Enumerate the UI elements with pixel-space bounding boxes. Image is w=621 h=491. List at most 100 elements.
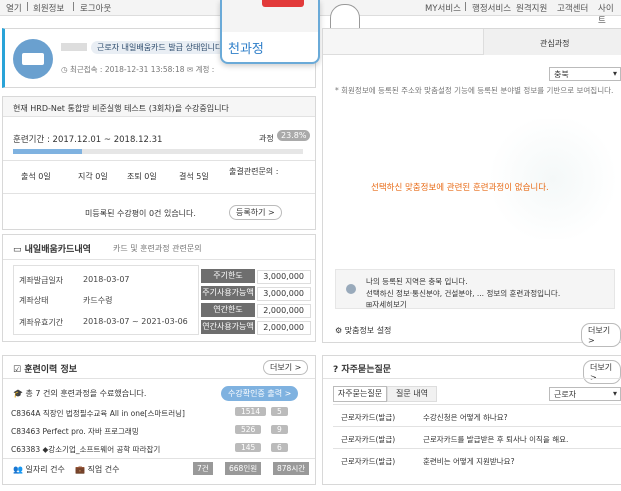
stat-absent: 결석 5일 — [179, 172, 209, 181]
training-period: 훈련기간 : 2017.12.01 ~ 2018.12.31 — [13, 135, 163, 145]
region-info-box: 나의 등록된 지역은 충북 입니다. 선택하신 정보·통신분야, 건설분야, .… — [335, 269, 615, 309]
tab-question-history[interactable]: 질문 내역 — [387, 386, 437, 402]
history-item-count-b: 5 — [271, 407, 288, 416]
limit-label: 주기한도 — [201, 269, 255, 283]
recommended-panel: 관심과정 충북 ▾ * 회원정보에 등록된 주소와 맞춤설정 기능에 등록된 분… — [322, 28, 621, 347]
custom-settings-link[interactable]: ⚙ 맞춤정보 설정 — [335, 325, 391, 336]
recommended-more-button[interactable]: 더보기 > — [581, 323, 621, 347]
faq-category: 근로자카드(발급) — [341, 413, 396, 422]
limit-value: 3,000,000 — [257, 270, 311, 284]
history-item-count-b: 9 — [271, 425, 288, 434]
history-panel: ☑ 훈련이력 정보 더보기 > 🎓 총 7 건의 훈련과정을 수료했습니다. 수… — [2, 355, 316, 485]
occupation-count-label: 💼 직업 건수 — [75, 465, 120, 474]
faq-question[interactable]: 근로자카드를 발급받은 후 퇴사나 이직을 해요. — [423, 434, 568, 445]
stat-attend: 출석 0일 — [21, 172, 51, 181]
limit-label: 연간한도 — [201, 303, 255, 317]
register-button[interactable]: 등록하기 > — [229, 205, 282, 220]
history-item-name[interactable]: C8364A 직장인 법정필수교육 All in one[스마트러닝] — [11, 408, 201, 419]
menu-open-link[interactable]: 열기 — [6, 2, 22, 14]
history-summary: 🎓 총 7 건의 훈련과정을 수료했습니다. — [13, 389, 147, 398]
faq-title: ? 자주묻는질문 — [333, 365, 392, 375]
limit-value: 2,000,000 — [257, 304, 311, 318]
watermark-figure — [483, 119, 621, 239]
remote-support-link[interactable]: 원격지원 — [516, 2, 547, 14]
faq-more-button[interactable]: 더보기 > — [583, 360, 621, 384]
check-icon: ☑ — [13, 365, 22, 375]
stat-early: 조퇴 0일 — [127, 172, 157, 181]
validity-label: 계좌유효기간 — [19, 318, 64, 327]
chevron-down-icon: ▾ — [612, 389, 617, 398]
card-icon: ▭ — [13, 245, 22, 255]
history-item-name[interactable]: C83463 Perfect pro. 자바 프로그래밍 — [11, 426, 201, 437]
admin-service-link[interactable]: 행정서비스 — [472, 2, 511, 14]
history-more-button[interactable]: 더보기 > — [263, 360, 309, 375]
customer-center-link[interactable]: 고객센터 — [557, 2, 588, 14]
job-count-label: 👥 일자리 건수 — [13, 465, 65, 474]
limit-value: 2,000,000 — [257, 321, 311, 335]
history-item-count-b: 6 — [271, 443, 288, 452]
course-notice: 현재 HRD-Net 통합망 비준실행 테스트 (3회차)을 수강중입니다 — [13, 104, 229, 113]
separator: | — [72, 2, 75, 12]
separator: | — [464, 2, 467, 12]
issue-date-label: 계좌발급일자 — [19, 276, 64, 285]
last-login-text: ◷ 최근접속 : 2018-12-31 13:58:18 ✉ 계정 : — [61, 65, 215, 74]
member-info-link[interactable]: 회원정보 — [33, 2, 64, 14]
empty-message: 선택하신 맞춤정보에 관련된 훈련과정이 없습니다. — [371, 183, 549, 193]
faq-category: 근로자카드(발급) — [341, 457, 396, 466]
tab-left[interactable] — [323, 29, 483, 55]
unregistered-review-text: 미등록된 수강평이 0건 있습니다. — [85, 209, 196, 218]
limit-label: 연간사용가능액 — [201, 320, 255, 334]
zoom-popup: 천과정 — [220, 0, 360, 64]
red-button[interactable] — [262, 0, 304, 7]
faq-question[interactable]: 수강신청은 어떻게 하나요? — [423, 412, 508, 423]
card-panel-title: ▭ 내일배움카드내역 — [13, 245, 91, 255]
footer-value: 878시간 — [273, 462, 310, 475]
card-panel: ▭ 내일배움카드내역 카드 및 훈련과정 관련문의 계좌발급일자 2018-03… — [2, 234, 316, 342]
history-item-name[interactable]: C63383 ◆강소기업_소프트웨어 공학 따라잡기 — [11, 444, 201, 455]
info-icon — [346, 284, 356, 294]
user-name-redacted — [61, 43, 87, 51]
limit-label: 주기사용가능액 — [201, 286, 255, 300]
course-panel: 현재 HRD-Net 통합망 비준실행 테스트 (3회차)을 수강중입니다 훈련… — [2, 96, 316, 230]
card-status-badge: 근로자 내일배움카드 발급 상태입니다 — [91, 41, 229, 54]
faq-category-select[interactable]: 근로자 ▾ — [549, 387, 621, 401]
history-item-count-a: 145 — [235, 443, 262, 452]
graduation-icon: 🎓 — [13, 389, 23, 398]
question-icon: ? — [333, 365, 339, 375]
progress-label: 과정 — [259, 134, 274, 143]
separator: | — [26, 2, 29, 12]
region-line2: 선택하신 정보·통신분야, 건설분야, ... 정보의 훈련과정입니다. — [366, 289, 561, 298]
account-status-label: 계좌상태 — [19, 296, 49, 305]
history-title: ☑ 훈련이력 정보 — [13, 365, 78, 375]
progress-fill — [13, 149, 83, 154]
faq-question[interactable]: 훈련비는 어떻게 지원받나요? — [423, 456, 515, 467]
issue-date-value: 2018-03-07 — [83, 275, 130, 284]
tab-interest-course[interactable]: 관심과정 — [483, 29, 621, 55]
stat-late: 지각 0일 — [78, 172, 108, 181]
gear-icon: ⚙ — [335, 326, 343, 335]
mail-icon: ✉ — [186, 65, 194, 74]
my-service-link[interactable]: MY서비스 — [425, 2, 461, 14]
tab-faq[interactable]: 자주묻는질문 — [333, 386, 387, 402]
attendance-query: 출결관련문의 : — [229, 167, 279, 176]
recommendation-notice: * 회원정보에 등록된 주소와 맞춤설정 기능에 등록된 분야별 정보를 기반으… — [335, 86, 614, 95]
account-status-value: 카드수령 — [83, 296, 113, 305]
detail-link[interactable]: ⊞자세히보기 — [366, 299, 407, 310]
briefcase-icon: 💼 — [75, 465, 85, 474]
clock-icon: ◷ — [61, 65, 68, 74]
people-icon: 👥 — [13, 465, 23, 474]
region-line1: 나의 등록된 지역은 충북 입니다. — [366, 277, 468, 286]
footer-value: 7건 — [193, 462, 213, 475]
limit-value: 3,000,000 — [257, 287, 311, 301]
region-select[interactable]: 충북 ▾ — [549, 67, 621, 81]
logout-link[interactable]: 로그아웃 — [80, 2, 111, 14]
sitemap-link[interactable]: 사이트 — [598, 2, 621, 26]
tab-interest-course-label: 관심과정 — [540, 39, 570, 48]
history-item-count-a: 1514 — [235, 407, 267, 416]
popup-title: 천과정 — [228, 42, 264, 57]
chevron-down-icon: ▾ — [612, 69, 617, 78]
certificate-print-button[interactable]: 수강확인증 출력 > — [221, 386, 299, 401]
progress-bar — [13, 149, 303, 154]
history-item-count-a: 526 — [235, 425, 262, 434]
validity-value: 2018-03-07 ~ 2021-03-06 — [83, 317, 188, 326]
